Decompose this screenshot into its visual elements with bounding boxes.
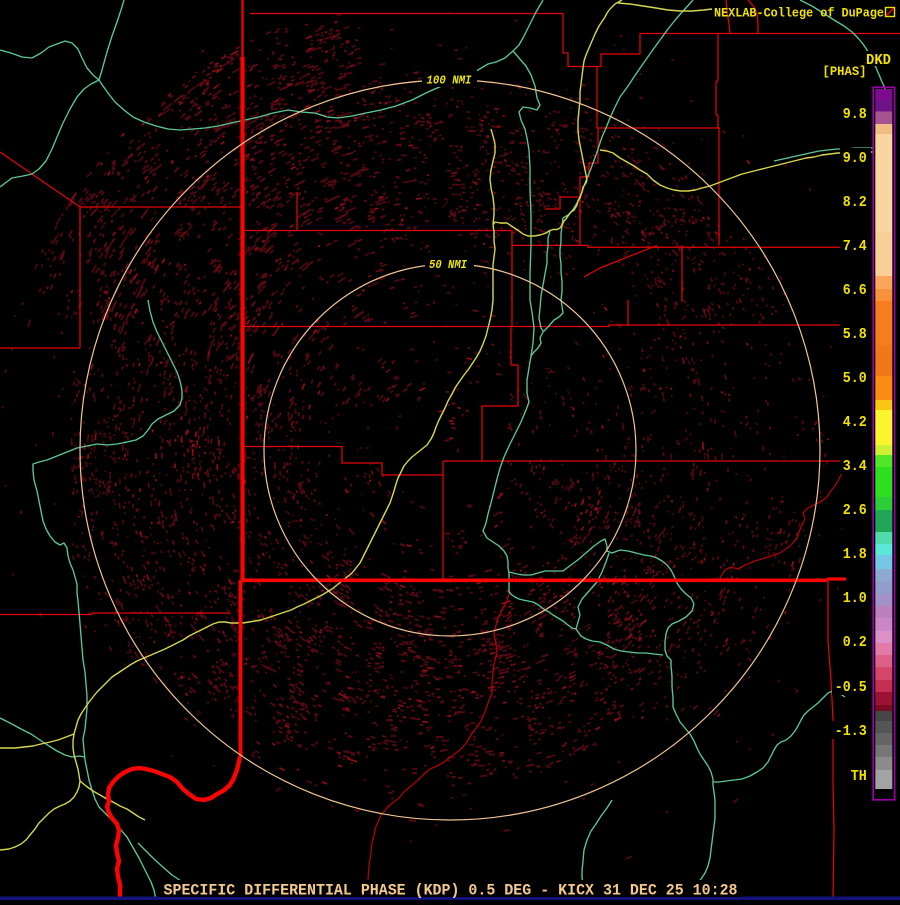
svg-text:50 NMI: 50 NMI	[429, 258, 468, 272]
svg-text:[PHAS]: [PHAS]	[823, 64, 867, 79]
svg-text:NEXLAB-College of DuPage: NEXLAB-College of DuPage	[714, 5, 884, 20]
svg-text:TH: TH	[851, 768, 867, 785]
svg-text:-0.5: -0.5	[835, 679, 867, 696]
svg-text:100 NMI: 100 NMI	[427, 73, 473, 87]
svg-text:DKD: DKD	[866, 53, 891, 69]
svg-text:7.4: 7.4	[843, 238, 867, 255]
svg-text:2.6: 2.6	[843, 502, 867, 519]
svg-text:1.0: 1.0	[843, 590, 867, 607]
svg-text:6.6: 6.6	[843, 282, 867, 299]
svg-text:5.8: 5.8	[843, 326, 867, 343]
svg-text:8.2: 8.2	[843, 194, 867, 211]
svg-text:3.4: 3.4	[843, 458, 867, 475]
svg-text:9.8: 9.8	[843, 106, 867, 123]
svg-text:SPECIFIC DIFFERENTIAL PHASE (K: SPECIFIC DIFFERENTIAL PHASE (KDP) 0.5 DE…	[164, 882, 738, 900]
svg-text:5.0: 5.0	[843, 370, 867, 387]
svg-text:0.2: 0.2	[843, 634, 867, 651]
svg-text:-1.3: -1.3	[835, 723, 867, 740]
svg-text:1.8: 1.8	[843, 546, 867, 563]
svg-text:4.2: 4.2	[843, 414, 867, 431]
svg-text:9.0: 9.0	[843, 150, 867, 167]
